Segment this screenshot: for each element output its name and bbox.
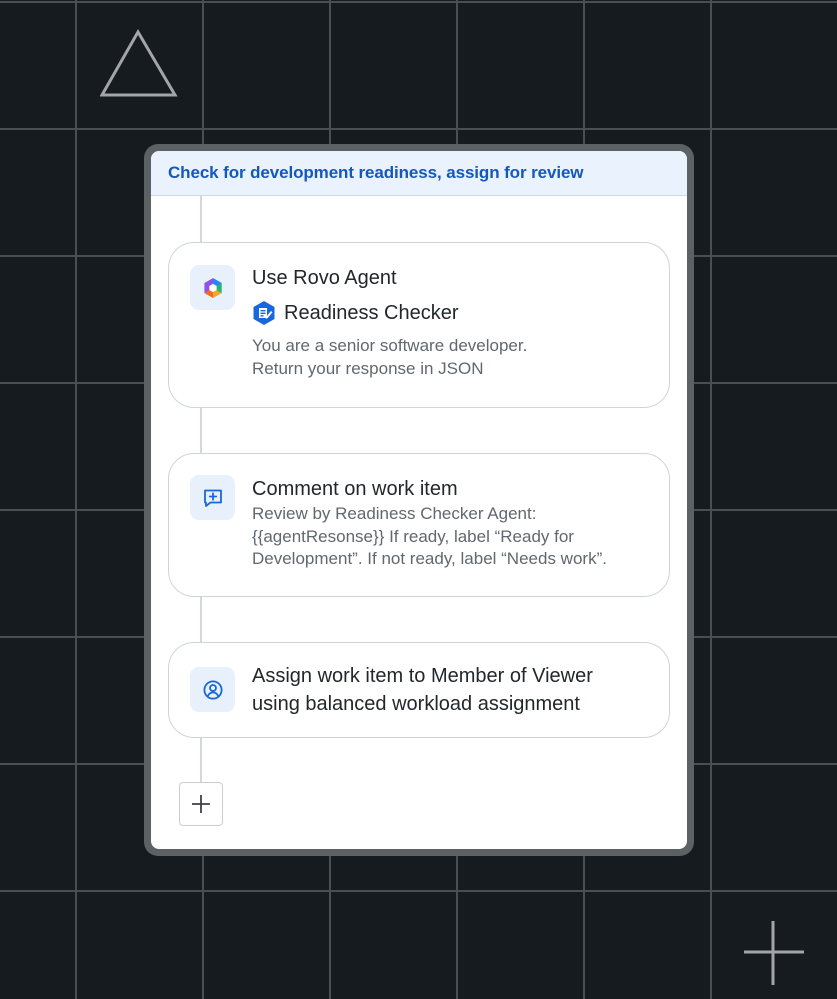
step-content: Comment on work item Review by Readiness… (252, 475, 653, 571)
step-connector (200, 596, 202, 643)
step-description: Review by Readiness Checker Agent: {{age… (252, 503, 653, 571)
panel-title: Check for development readiness, assign … (168, 163, 584, 182)
description-line: Development”. If not ready, label “Needs… (252, 549, 607, 568)
step-title: Use Rovo Agent (252, 267, 397, 289)
comment-add-icon (190, 475, 235, 520)
step-description: You are a senior software developer. Ret… (252, 335, 653, 380)
agent-name: Readiness Checker (284, 302, 459, 324)
step-content: Assign work item to Member of Viewer usi… (252, 662, 653, 718)
description-line: Review by Readiness Checker Agent: (252, 504, 537, 523)
step-connector (200, 737, 202, 782)
step-title-line: Assign work item to Member of Viewer (252, 665, 593, 687)
description-line: Return your response in JSON (252, 358, 484, 378)
person-icon (190, 667, 235, 712)
automation-panel-frame: Check for development readiness, assign … (144, 144, 694, 856)
add-step-button[interactable] (179, 782, 223, 826)
triangle-outline-icon (100, 29, 178, 97)
rovo-icon (190, 265, 235, 310)
plus-outline-icon (744, 921, 804, 985)
step-title: Comment on work item (252, 478, 458, 500)
step-title-line: using balanced workload assignment (252, 693, 580, 715)
plus-icon (192, 795, 210, 813)
step-card-assign[interactable]: Assign work item to Member of Viewer usi… (168, 642, 670, 738)
step-connector (200, 196, 202, 242)
description-line: You are a senior software developer. (252, 336, 528, 355)
step-card-rovo-agent[interactable]: Use Rovo Agent Readiness Checker You are… (168, 242, 670, 408)
automation-panel: Check for development readiness, assign … (151, 151, 687, 849)
step-connector (200, 407, 202, 454)
panel-header: Check for development readiness, assign … (151, 151, 687, 196)
readiness-checker-icon (253, 301, 275, 325)
agent-row: Readiness Checker (252, 299, 653, 327)
description-line: {{agentResonse}} If ready, label “Ready … (252, 526, 574, 546)
step-content: Use Rovo Agent Readiness Checker You are… (252, 264, 653, 380)
step-card-comment[interactable]: Comment on work item Review by Readiness… (168, 453, 670, 597)
